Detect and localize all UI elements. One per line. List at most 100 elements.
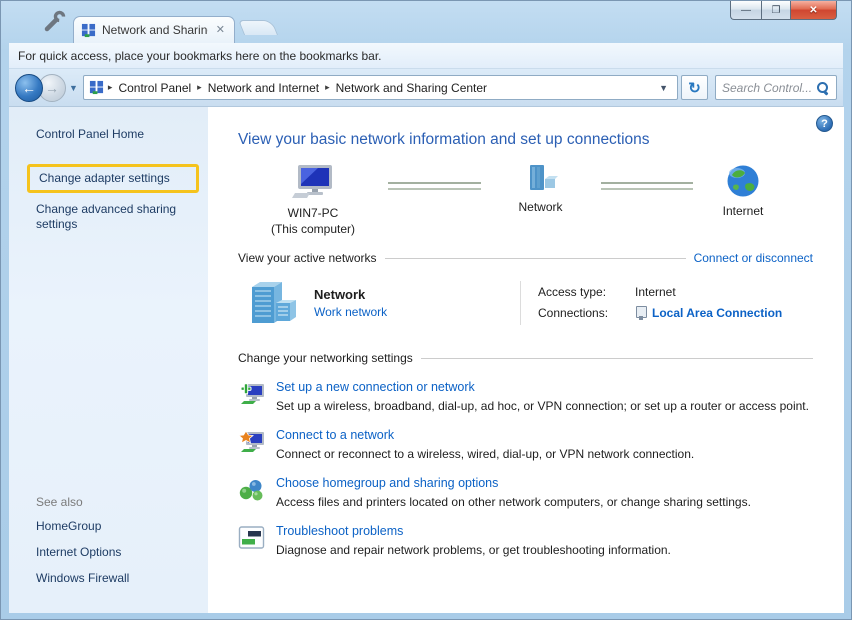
section-rule — [385, 258, 686, 259]
maximize-button[interactable]: ❐ — [761, 1, 791, 20]
connect-to-network-link[interactable]: Connect to a network — [276, 428, 694, 442]
networking-settings-header: Change your networking settings — [238, 351, 813, 365]
address-dropdown-icon[interactable]: ▼ — [655, 83, 672, 93]
active-networks-header: View your active networks Connect or dis… — [238, 251, 813, 265]
active-network-name: Network — [314, 287, 387, 302]
setting-item-homegroup: Choose homegroup and sharing options Acc… — [238, 476, 813, 509]
breadcrumb-separator-icon: ▸ — [325, 82, 330, 93]
work-network-link[interactable]: Work network — [314, 305, 387, 319]
recent-pages-chevron-icon[interactable]: ▼ — [69, 83, 78, 93]
active-networks-section: View your active networks Connect or dis… — [238, 251, 813, 327]
setup-new-connection-link[interactable]: Set up a new connection or network — [276, 380, 809, 394]
search-icon[interactable] — [816, 81, 830, 95]
access-type-row: Access type: Internet — [538, 285, 782, 299]
main-panel: ? View your basic network information an… — [208, 107, 844, 613]
map-computer-label: WIN7-PC (This computer) — [271, 205, 355, 237]
browser-tab[interactable]: Network and Sharing Center ✕ — [73, 16, 235, 43]
homegroup-icon — [238, 476, 266, 509]
highlight-annotation: Change adapter settings — [27, 164, 199, 193]
setting-item-text: Set up a new connection or network Set u… — [276, 380, 809, 413]
setting-item-connect-network: Connect to a network Connect or reconnec… — [238, 428, 813, 461]
connect-network-icon — [238, 428, 266, 461]
computer-icon — [290, 164, 336, 200]
bookmarks-bar: For quick access, place your bookmarks h… — [9, 43, 843, 69]
back-button[interactable]: ← — [15, 74, 43, 102]
help-icon[interactable]: ? — [816, 115, 833, 132]
troubleshoot-problems-desc: Diagnose and repair network problems, or… — [276, 543, 671, 557]
breadcrumb-separator-icon: ▸ — [108, 82, 113, 93]
sidebar-item-homegroup[interactable]: HomeGroup — [36, 519, 196, 534]
map-network-label: Network — [518, 199, 562, 215]
application-window: Network and Sharing Center ✕ — ❐ ✕ For q… — [0, 0, 852, 620]
new-tab-button[interactable] — [238, 20, 278, 35]
bookmarks-hint-text: For quick access, place your bookmarks h… — [18, 49, 382, 63]
setup-new-connection-desc: Set up a wireless, broadband, dial-up, a… — [276, 399, 809, 413]
content-area: Control Panel Home Change adapter settin… — [9, 107, 844, 613]
wrench-icon[interactable] — [43, 9, 67, 33]
connections-row: Connections: Local Area Connection — [538, 306, 782, 320]
troubleshoot-icon — [238, 524, 266, 557]
setting-item-text: Connect to a network Connect or reconnec… — [276, 428, 694, 461]
computer-sub: (This computer) — [271, 221, 355, 237]
sidebar: Control Panel Home Change adapter settin… — [9, 107, 208, 613]
refresh-button[interactable]: ↻ — [681, 75, 708, 100]
computer-name: WIN7-PC — [271, 205, 355, 221]
active-network-text: Network Work network — [314, 287, 387, 319]
connect-or-disconnect-link[interactable]: Connect or disconnect — [694, 251, 813, 265]
connections-label: Connections: — [538, 306, 635, 320]
navigation-toolbar: ← → ▼ ▸ Control Panel ▸ Network and Inte… — [9, 69, 843, 107]
see-also-label: See also — [36, 495, 208, 509]
choose-homegroup-desc: Access files and printers located on oth… — [276, 495, 751, 509]
sidebar-item-windows-firewall[interactable]: Windows Firewall — [36, 571, 196, 586]
network-icon — [524, 164, 558, 194]
internet-globe-icon — [726, 164, 760, 198]
sidebar-item-change-adapter-settings[interactable]: Change adapter settings — [39, 171, 170, 186]
breadcrumb-location-icon — [89, 80, 104, 95]
breadcrumb-separator-icon: ▸ — [197, 82, 202, 93]
access-type-label: Access type: — [538, 285, 635, 299]
tab-close-icon[interactable]: ✕ — [214, 23, 227, 38]
setting-item-text: Choose homegroup and sharing options Acc… — [276, 476, 751, 509]
tab-title: Network and Sharing Center — [102, 23, 208, 37]
network-map: WIN7-PC (This computer) Network — [238, 164, 793, 237]
sidebar-item-internet-options[interactable]: Internet Options — [36, 545, 196, 560]
close-button[interactable]: ✕ — [791, 1, 837, 20]
access-type-value: Internet — [635, 285, 676, 299]
troubleshoot-problems-link[interactable]: Troubleshoot problems — [276, 524, 671, 538]
breadcrumb-control-panel[interactable]: Control Panel — [116, 79, 193, 97]
map-node-internet[interactable]: Internet — [693, 164, 793, 219]
network-favicon-icon — [81, 23, 96, 38]
sidebar-spacer — [9, 232, 208, 495]
ethernet-connector-icon — [635, 306, 646, 320]
section-rule — [421, 358, 813, 359]
search-input[interactable] — [722, 81, 816, 95]
search-box[interactable] — [715, 75, 837, 100]
sidebar-item-change-advanced-sharing[interactable]: Change advanced sharing settings — [36, 202, 186, 232]
page-title: View your basic network information and … — [238, 131, 844, 149]
map-node-network[interactable]: Network — [481, 164, 601, 215]
title-bar: Network and Sharing Center ✕ — ❐ ✕ — [1, 1, 851, 43]
active-network-details: Access type: Internet Connections: Local… — [521, 279, 782, 327]
minimize-button[interactable]: — — [730, 1, 761, 20]
new-connection-icon — [238, 380, 266, 413]
see-also-section: See also HomeGroup Internet Options Wind… — [9, 495, 208, 613]
setting-item-text: Troubleshoot problems Diagnose and repai… — [276, 524, 671, 557]
map-node-computer[interactable]: WIN7-PC (This computer) — [238, 164, 388, 237]
networking-settings-section: Change your networking settings — [238, 351, 813, 557]
address-bar[interactable]: ▸ Control Panel ▸ Network and Internet ▸… — [83, 75, 678, 100]
local-area-connection-link[interactable]: Local Area Connection — [652, 306, 782, 320]
network-buildings-icon — [246, 279, 298, 327]
map-internet-label: Internet — [723, 203, 764, 219]
window-controls: — ❐ ✕ — [730, 1, 837, 20]
setting-item-new-connection: Set up a new connection or network Set u… — [238, 380, 813, 413]
breadcrumb-network-sharing-center[interactable]: Network and Sharing Center — [334, 79, 489, 97]
networking-settings-title: Change your networking settings — [238, 351, 413, 365]
active-networks-title: View your active networks — [238, 251, 377, 265]
active-network-identity: Network Work network — [238, 279, 520, 327]
breadcrumb-network-and-internet[interactable]: Network and Internet — [206, 79, 321, 97]
choose-homegroup-link[interactable]: Choose homegroup and sharing options — [276, 476, 751, 490]
map-connection-line — [601, 182, 694, 190]
sidebar-item-control-panel-home[interactable]: Control Panel Home — [36, 127, 196, 142]
setting-item-troubleshoot: Troubleshoot problems Diagnose and repai… — [238, 524, 813, 557]
connect-to-network-desc: Connect or reconnect to a wireless, wire… — [276, 447, 694, 461]
